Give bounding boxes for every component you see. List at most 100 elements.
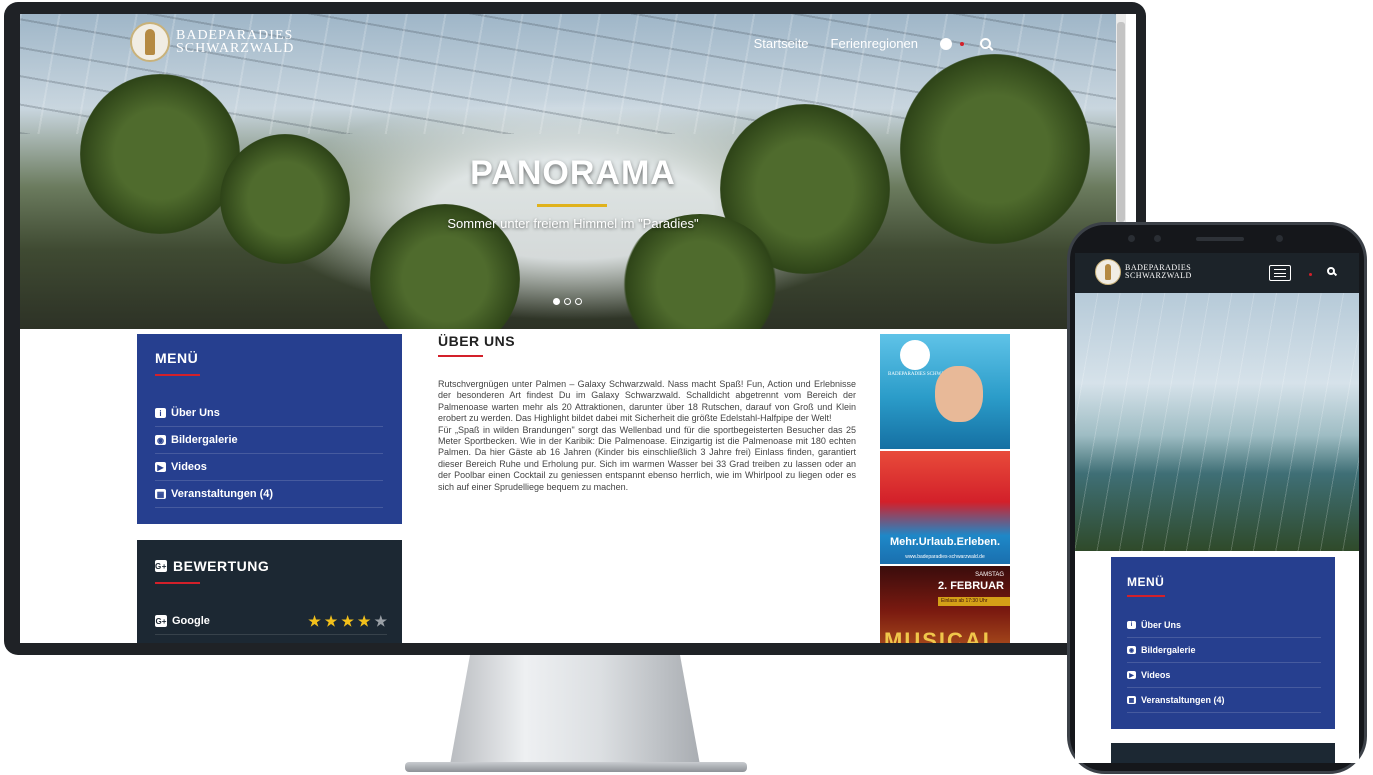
menu-item-label: Bildergalerie [1141,645,1196,655]
about-body: Rutschvergnügen unter Palmen – Galaxy Sc… [438,379,856,493]
hero-subtitle: Sommer unter freiem Himmel im "Paradies" [447,216,699,231]
globe-icon[interactable] [940,37,952,50]
menu-item-veranstaltungen[interactable]: ▦ Veranstaltungen (4) [1127,688,1321,713]
google-plus-icon: G+ [155,615,167,627]
menu-title: MENÜ [1127,575,1165,589]
calendar-icon: ▦ [1127,696,1136,704]
rating-source-label: Google [172,615,210,627]
desktop-monitor: BADEPARADIES SCHWARZWALD Startseite Feri… [4,2,1146,655]
slider-dot[interactable] [575,298,582,305]
hero-title: PANORAMA [470,154,676,192]
rating-title-underline [155,582,200,584]
menu-list: i Über Uns ◉ Bildergalerie ▶ Videos ▦ Ve… [1127,613,1321,713]
scrollbar-thumb[interactable] [1117,22,1125,222]
main-content: MENÜ i Über Uns ◉ Bildergalerie ▶ Videos… [20,329,1126,643]
camera-icon: ◉ [1127,646,1136,654]
mobile-hero-image [1075,293,1359,551]
ad-banner-badeparadies[interactable]: BADEPARADIES SCHWARZWALD [880,334,1010,449]
logo-text: BADEPARADIES SCHWARZWALD [1125,264,1192,280]
star-rating: ★ ★ ★ ★ ★ [308,614,387,628]
menu-item-label: Über Uns [1141,620,1182,630]
star-icon: ★ [357,613,371,629]
menu-title: MENÜ [155,350,199,366]
menu-item-veranstaltungen[interactable]: ▦ Veranstaltungen (4) [155,481,383,508]
menu-item-label: Veranstaltungen (4) [171,488,274,500]
menu-item-videos[interactable]: ▶ Videos [1127,663,1321,688]
hero-slider: BADEPARADIES SCHWARZWALD Startseite Feri… [20,14,1126,329]
phone-front-camera-icon [1276,235,1283,242]
menu-item-label: Veranstaltungen (4) [1141,695,1225,705]
star-empty-icon: ★ [374,613,387,629]
mobile-sidebar-menu: MENÜ i Über Uns ◉ Bildergalerie ▶ Videos [1111,557,1335,729]
hero-title-underline [537,204,607,207]
calendar-icon: ▦ [155,489,166,499]
ad-url: www.badeparadies-schwarzwald.de [905,554,985,560]
slider-dot[interactable] [553,298,560,305]
ad-title: MUSICAL [884,628,999,643]
logo-line-2: SCHWARZWALD [176,41,295,56]
rating-panel: G+ BEWERTUNG G+ Google ★ ★ ★ ★ ★ [137,540,402,643]
monitor-stand-base [405,762,747,772]
mobile-header: BADEPARADIES SCHWARZWALD [1075,253,1359,293]
search-icon[interactable] [1327,267,1335,275]
menu-title-underline [155,374,200,376]
slider-dot[interactable] [564,298,571,305]
about-section: ÜBER UNS Rutschvergnügen unter Palmen – … [438,333,856,493]
logo-text: BADEPARADIES SCHWARZWALD [176,29,295,56]
menu-list: i Über Uns ◉ Bildergalerie ▶ Videos ▦ Ve… [155,400,383,508]
sidebar-menu: MENÜ i Über Uns ◉ Bildergalerie ▶ Videos… [137,334,402,524]
phone-camera-icon [1128,235,1135,242]
logo-emblem-icon [1095,259,1121,285]
ad-slogan: Mehr.Urlaub.Erleben. [889,536,1001,548]
ad-photo-woman [935,366,983,422]
ad-banner-musical[interactable]: SAMSTAG 2. FEBRUAR Einlass ab 17:30 Uhr … [880,566,1010,643]
menu-title-underline [1127,595,1165,597]
rating-title-text: BEWERTUNG [173,558,270,574]
search-icon[interactable] [980,38,991,49]
mobile-logo[interactable]: BADEPARADIES SCHWARZWALD [1095,259,1192,285]
info-circle-icon: i [155,408,166,418]
about-title-underline [438,355,483,357]
star-icon: ★ [341,613,354,629]
slider-pagination [553,298,582,305]
menu-item-label: Bildergalerie [171,434,238,446]
menu-item-videos[interactable]: ▶ Videos [155,454,383,481]
menu-item-label: Über Uns [171,407,220,419]
device-mockup-stage: BADEPARADIES SCHWARZWALD Startseite Feri… [0,0,1373,775]
menu-item-ueber-uns[interactable]: i Über Uns [155,400,383,427]
monitor-stand [450,655,700,765]
language-indicator-icon [1309,273,1312,276]
about-paragraph: Rutschvergnügen unter Palmen – Galaxy Sc… [438,379,856,424]
ad-banner-galaxy[interactable]: Mehr.Urlaub.Erleben. www.badeparadies-sc… [880,451,1010,564]
menu-item-label: Videos [171,461,207,473]
language-indicator-icon [960,41,964,46]
phone-speaker [1196,237,1244,241]
desktop-screen: BADEPARADIES SCHWARZWALD Startseite Feri… [20,14,1136,643]
menu-item-ueber-uns[interactable]: i Über Uns [1127,613,1321,638]
info-circle-icon: i [1127,621,1136,629]
ad-column: BADEPARADIES SCHWARZWALD Mehr.Urlaub.Erl… [880,334,1010,643]
star-icon: ★ [308,613,321,629]
logo-emblem-icon [130,22,170,62]
google-plus-icon: G+ [155,560,167,572]
about-title: ÜBER UNS [438,333,516,349]
star-icon: ★ [324,613,338,629]
hamburger-menu-icon[interactable] [1269,265,1291,281]
mobile-rating-panel [1111,743,1335,763]
menu-item-bildergalerie[interactable]: ◉ Bildergalerie [155,427,383,454]
about-paragraph: Für „Spaß in wilden Brandungen" sorgt da… [438,424,856,492]
ad-logo-icon [900,340,930,370]
phone-sensor-icon [1154,235,1161,242]
video-camera-icon: ▶ [155,462,166,472]
top-navigation: Startseite Ferienregionen [754,36,991,51]
nav-startseite[interactable]: Startseite [754,36,809,51]
logo-line-2: SCHWARZWALD [1125,271,1192,280]
video-camera-icon: ▶ [1127,671,1136,679]
nav-ferienregionen[interactable]: Ferienregionen [831,36,918,51]
site-logo[interactable]: BADEPARADIES SCHWARZWALD [130,22,294,62]
menu-item-bildergalerie[interactable]: ◉ Bildergalerie [1127,638,1321,663]
mobile-phone: BADEPARADIES SCHWARZWALD MENÜ i Über Uns [1067,222,1367,774]
menu-item-label: Videos [1141,670,1171,680]
ad-day: SAMSTAG [975,572,1004,578]
rating-row-google[interactable]: G+ Google ★ ★ ★ ★ ★ [155,614,387,635]
